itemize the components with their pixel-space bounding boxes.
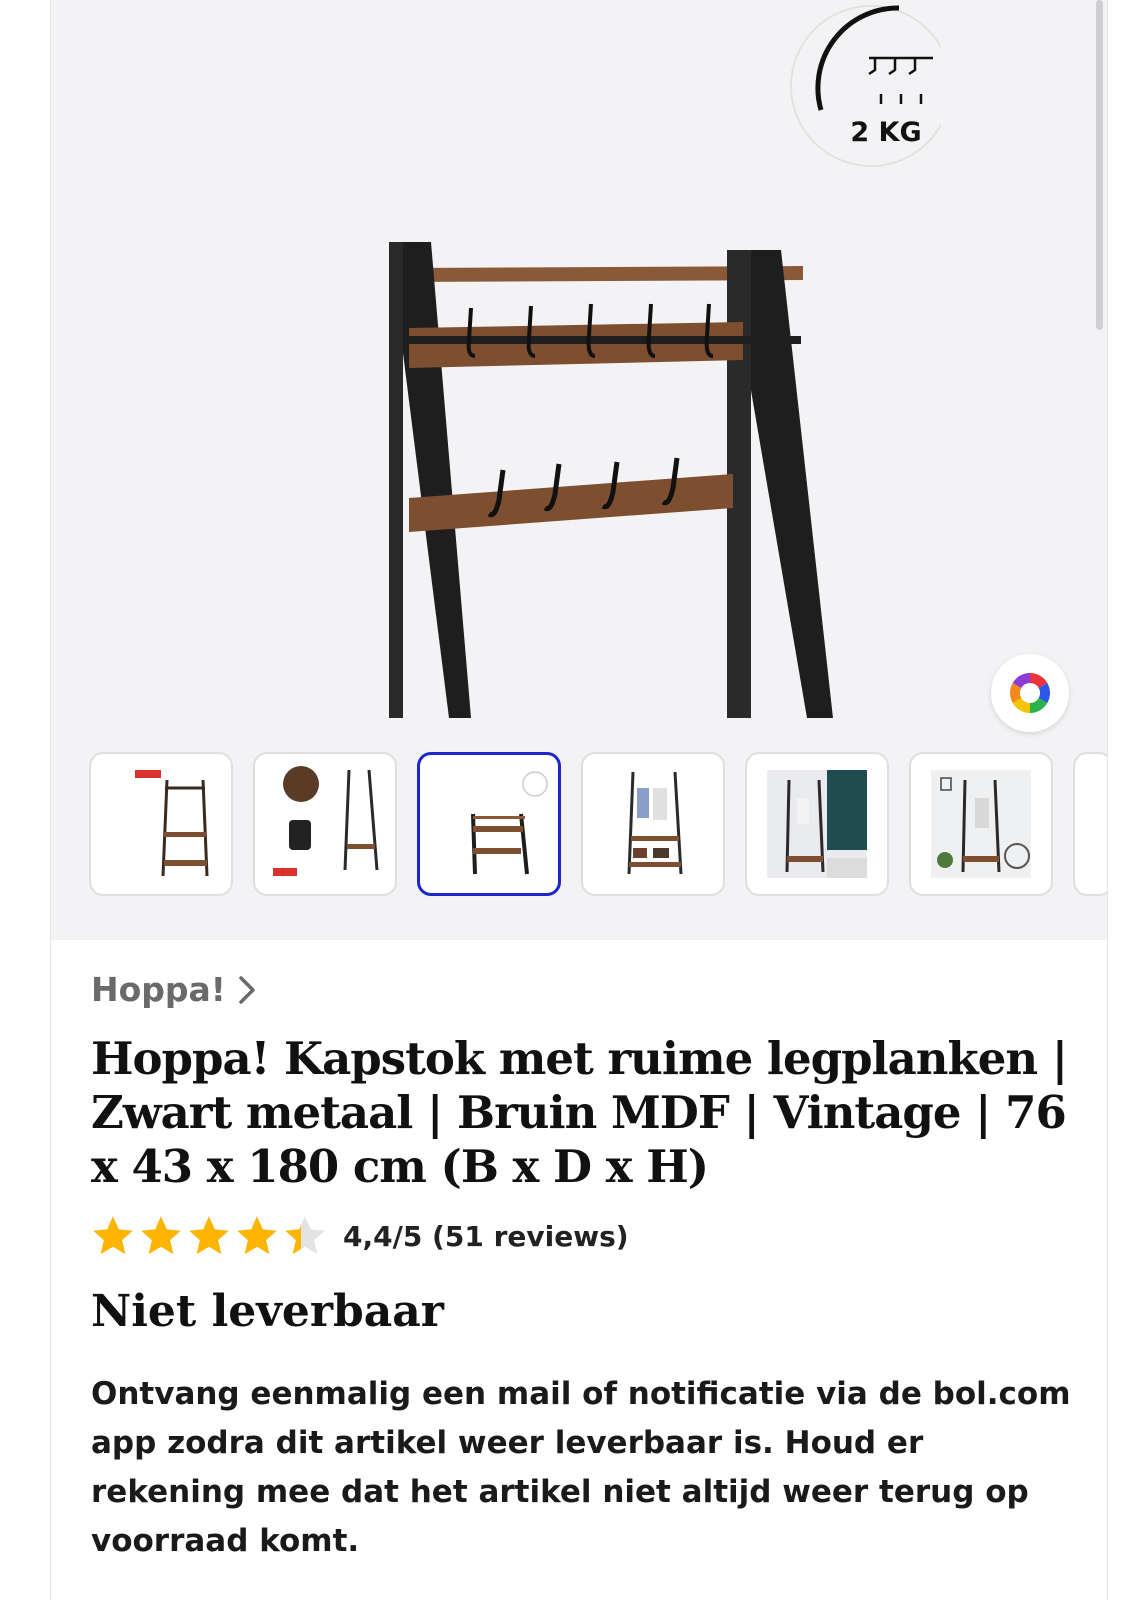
thumbnail-image xyxy=(471,771,548,875)
thumbnail-5[interactable] xyxy=(745,752,889,896)
thumbnail-image xyxy=(135,770,209,877)
thumbnail-strip xyxy=(89,752,1107,902)
star-icon xyxy=(237,1216,277,1255)
brand-name: Hoppa! xyxy=(91,970,226,1009)
star-icon xyxy=(189,1216,229,1255)
availability-status: Niet leverbaar xyxy=(91,1286,444,1337)
product-gallery: 2 KG xyxy=(51,0,1107,940)
product-rating[interactable]: 4,4/5 (51 reviews) xyxy=(91,1214,629,1258)
product-page: 2 KG Hoppa! Hoppa! Kapstok met ruime leg… xyxy=(50,0,1108,1600)
main-product-image[interactable] xyxy=(51,0,1107,735)
star-icon xyxy=(285,1216,325,1255)
star-icon xyxy=(141,1216,181,1255)
thumbnail-image xyxy=(931,770,1031,878)
thumbnail-2[interactable] xyxy=(253,752,397,896)
thumbnail-image xyxy=(767,770,867,878)
thumbnail-3-selected[interactable] xyxy=(417,752,561,896)
color-wheel-icon xyxy=(1010,673,1050,713)
product-title: Hoppa! Kapstok met ruime legplanken | Zw… xyxy=(91,1032,1068,1193)
scrollbar[interactable] xyxy=(1096,0,1103,330)
thumbnail-image xyxy=(273,766,379,876)
thumbnail-6[interactable] xyxy=(909,752,1053,896)
coat-rack-image xyxy=(389,242,833,718)
chevron-right-icon xyxy=(239,975,255,1004)
thumbnail-image xyxy=(627,771,683,875)
thumbnail-4[interactable] xyxy=(581,752,725,896)
rating-text: 4,4/5 (51 reviews) xyxy=(343,1219,629,1253)
brand-link[interactable]: Hoppa! xyxy=(91,970,256,1009)
restock-notification-text: Ontvang eenmalig een mail of notificatie… xyxy=(91,1376,1071,1559)
star-icon xyxy=(93,1216,133,1255)
thumbnail-1[interactable] xyxy=(89,752,233,896)
color-variant-button[interactable] xyxy=(991,654,1069,732)
rating-stars xyxy=(91,1214,327,1258)
load-capacity-label: 2 KG xyxy=(850,117,922,148)
thumbnail-7-partial[interactable] xyxy=(1073,752,1107,896)
